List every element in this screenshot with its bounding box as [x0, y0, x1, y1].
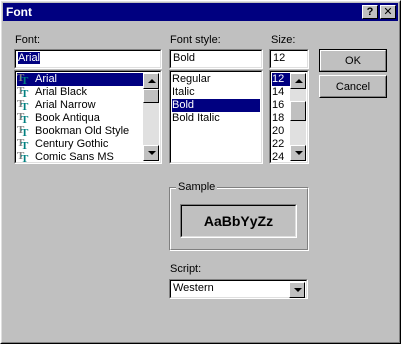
- cancel-button[interactable]: Cancel: [319, 75, 387, 98]
- scroll-down-button[interactable]: [143, 145, 159, 161]
- script-select[interactable]: Western: [169, 279, 308, 299]
- list-item-label: Arial Black: [35, 86, 87, 98]
- list-item-label: Bookman Old Style: [35, 125, 130, 137]
- close-button[interactable]: ✕: [380, 5, 396, 19]
- font-style-label: Font style:: [170, 34, 221, 46]
- list-item[interactable]: T T Comic Sans MS: [17, 150, 143, 165]
- scroll-up-button[interactable]: [143, 73, 159, 89]
- list-item-label: 20: [272, 125, 285, 137]
- arrow-down-icon: [295, 151, 303, 155]
- list-item[interactable]: 20: [272, 125, 290, 138]
- script-label: Script:: [170, 263, 202, 275]
- list-item[interactable]: T T Century Gothic: [17, 138, 143, 152]
- arrow-down-icon: [148, 151, 156, 155]
- list-item[interactable]: T T Arial: [17, 73, 143, 87]
- script-value: Western: [173, 282, 214, 294]
- list-item[interactable]: Bold Italic: [172, 112, 260, 125]
- font-name-input[interactable]: Arial: [14, 49, 162, 69]
- list-item[interactable]: 24: [272, 151, 290, 164]
- list-item[interactable]: T T Bookman Old Style: [17, 125, 143, 139]
- list-item-label: Arial: [35, 73, 58, 85]
- sample-title: Sample: [176, 181, 218, 193]
- sample-preview: AaBbYyZz: [180, 204, 297, 238]
- list-item[interactable]: T T Book Antiqua: [17, 112, 143, 126]
- list-item-label: Century Gothic: [35, 138, 109, 150]
- font-list-scrollbar[interactable]: [143, 73, 159, 161]
- list-item-label: 12: [272, 73, 285, 85]
- list-item-label: Arial Narrow: [35, 99, 96, 111]
- list-item[interactable]: Bold: [172, 99, 260, 112]
- font-list[interactable]: T T Arial T T Arial Black T T Arial Narrow T T Book…: [14, 70, 162, 165]
- scroll-thumb[interactable]: [290, 101, 306, 121]
- size-value: 12: [273, 52, 286, 64]
- list-item-label: 24: [272, 151, 285, 163]
- list-item-label: 22: [272, 138, 285, 150]
- list-item-label: Italic: [172, 86, 195, 98]
- list-item-label: Bold Italic: [172, 112, 220, 124]
- size-list-scrollbar[interactable]: [290, 73, 306, 161]
- list-item[interactable]: 18: [272, 112, 290, 125]
- size-list[interactable]: 12 14 16 18 20 22 24: [269, 70, 309, 164]
- list-item[interactable]: 12: [272, 73, 290, 86]
- window-title: Font: [6, 5, 32, 19]
- arrow-up-icon: [295, 79, 303, 83]
- scroll-up-button[interactable]: [290, 73, 306, 89]
- list-item[interactable]: Regular: [172, 73, 260, 86]
- list-item[interactable]: Italic: [172, 86, 260, 99]
- scroll-down-button[interactable]: [290, 145, 306, 161]
- chevron-down-icon: [294, 288, 302, 292]
- ok-button[interactable]: OK: [319, 49, 387, 72]
- list-item-label: 16: [272, 99, 285, 111]
- sample-text: AaBbYyZz: [203, 213, 274, 229]
- title-bar[interactable]: Font ? ✕: [3, 3, 398, 21]
- list-item[interactable]: T T Arial Narrow: [17, 99, 143, 113]
- font-style-value: Bold: [173, 52, 196, 64]
- list-item-label: Regular: [172, 73, 211, 85]
- truetype-icon: TT: [17, 150, 29, 165]
- font-name-value: Arial: [18, 52, 41, 64]
- size-label: Size:: [271, 34, 296, 46]
- list-item[interactable]: 14: [272, 86, 290, 99]
- arrow-up-icon: [148, 79, 156, 83]
- scroll-thumb[interactable]: [143, 89, 159, 103]
- list-item[interactable]: T T Arial Black: [17, 86, 143, 100]
- script-dropdown-button[interactable]: [289, 282, 305, 298]
- list-item-label: 18: [272, 112, 285, 124]
- size-input[interactable]: 12: [269, 49, 309, 69]
- font-style-list[interactable]: Regular Italic Bold Bold Italic: [169, 70, 263, 164]
- list-item[interactable]: 22: [272, 138, 290, 151]
- list-item-label: Bold: [172, 99, 195, 111]
- list-item[interactable]: 16: [272, 99, 290, 112]
- font-style-input[interactable]: Bold: [169, 49, 263, 69]
- help-button[interactable]: ?: [362, 5, 378, 19]
- list-item-label: Book Antiqua: [35, 112, 100, 124]
- help-icon: ?: [366, 6, 374, 18]
- list-item-label: 14: [272, 86, 285, 98]
- close-icon: ✕: [383, 6, 393, 18]
- list-item-label: Comic Sans MS: [35, 151, 114, 163]
- font-label: Font:: [15, 34, 41, 46]
- font-dialog: Font ? ✕ Font: Arial T T Arial T T Arial Blac…: [0, 0, 401, 344]
